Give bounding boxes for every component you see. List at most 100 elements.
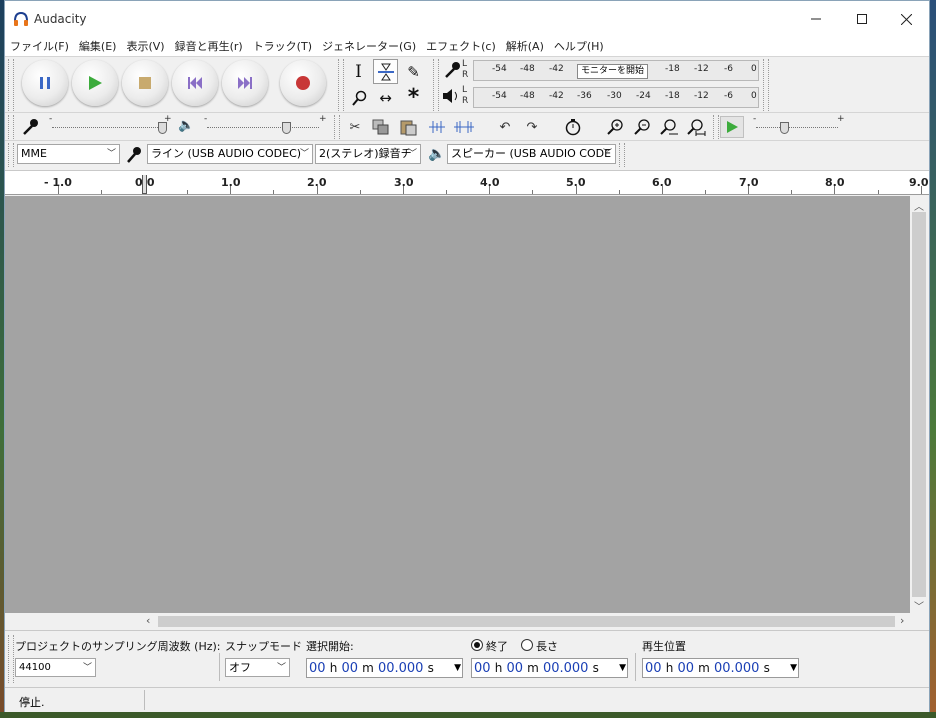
transport-toolbar-grip[interactable] bbox=[8, 59, 14, 111]
tools-toolbar-grip[interactable] bbox=[338, 59, 344, 111]
minimize-button[interactable] bbox=[793, 1, 839, 37]
recording-channels-select[interactable]: 2(ステレオ)録音チ ﹀ bbox=[315, 144, 421, 164]
horizontal-scrollbar[interactable]: ‹ › bbox=[5, 613, 929, 630]
ruler-tick bbox=[704, 190, 706, 194]
snap-mode-select[interactable]: オフ ﹀ bbox=[225, 658, 290, 677]
multi-tool[interactable]: * bbox=[401, 85, 426, 110]
divider bbox=[219, 653, 220, 681]
scroll-right-icon[interactable]: › bbox=[900, 614, 904, 627]
skip-to-end-button[interactable] bbox=[222, 60, 268, 106]
playback-speed-slider[interactable]: - + bbox=[751, 114, 847, 137]
trim-audio-button[interactable] bbox=[425, 116, 449, 138]
cut-button[interactable]: ✂ bbox=[343, 116, 367, 138]
playback-meter-button[interactable]: L R bbox=[441, 85, 473, 108]
zoom-out-button[interactable] bbox=[630, 116, 654, 138]
maximize-button[interactable] bbox=[839, 1, 885, 37]
playback-device-select[interactable]: スピーカー (USB AUDIO CODE ﹀ bbox=[447, 144, 616, 164]
device-toolbar-end-grip[interactable] bbox=[619, 143, 625, 167]
audio-position-time[interactable]: 00 h 00 m 00.000 s ▼ bbox=[642, 658, 799, 678]
scroll-up-icon[interactable]: ︿ bbox=[914, 198, 924, 213]
time-minutes: 00 bbox=[506, 661, 523, 676]
maximize-icon bbox=[857, 14, 867, 24]
ruler-tick bbox=[575, 186, 577, 194]
menu-file[interactable]: ファイル(F) bbox=[5, 37, 74, 56]
redo-button[interactable]: ↷ bbox=[520, 116, 544, 138]
record-meter-label: -6 bbox=[724, 64, 733, 74]
start-monitoring-button[interactable]: モニターを開始 bbox=[577, 64, 649, 79]
close-button[interactable] bbox=[883, 1, 929, 37]
ruler-tick bbox=[100, 190, 102, 194]
ruler-tick bbox=[273, 190, 275, 194]
record-meter[interactable]: -54 -48 -42 モニターを開始 -18 -12 -6 0 bbox=[473, 60, 759, 81]
menu-analyze[interactable]: 解析(A) bbox=[501, 37, 549, 56]
menu-separator bbox=[5, 56, 929, 57]
audio-host-select[interactable]: MME ﹀ bbox=[17, 144, 120, 164]
meter-toolbar-grip[interactable] bbox=[433, 59, 439, 111]
length-radio[interactable]: 長さ bbox=[521, 638, 558, 654]
undo-button[interactable]: ↶ bbox=[493, 116, 517, 138]
project-rate-select[interactable]: 44100 ﹀ bbox=[15, 658, 96, 677]
stop-button[interactable] bbox=[122, 60, 168, 106]
playback-device-icon: 🔈 bbox=[428, 146, 446, 162]
menu-effect[interactable]: エフェクト(c) bbox=[421, 37, 501, 56]
ruler-tick bbox=[402, 186, 404, 194]
silence-audio-button[interactable] bbox=[452, 116, 476, 138]
menu-edit[interactable]: 編集(E) bbox=[74, 37, 122, 56]
track-panel[interactable] bbox=[5, 196, 910, 613]
minimize-icon bbox=[811, 18, 821, 20]
play-at-speed-grip[interactable] bbox=[713, 115, 719, 139]
ruler-tick bbox=[661, 186, 663, 194]
time-format-dropdown-icon[interactable]: ▼ bbox=[619, 659, 626, 677]
draw-tool[interactable]: ✎ bbox=[401, 59, 426, 84]
play-at-speed-button[interactable] bbox=[720, 116, 744, 138]
zoom-in-button[interactable] bbox=[603, 116, 627, 138]
record-button[interactable] bbox=[280, 60, 326, 106]
menu-view[interactable]: 表示(V) bbox=[121, 37, 169, 56]
vertical-scroll-thumb[interactable] bbox=[912, 212, 926, 597]
selection-toolbar-grip[interactable] bbox=[8, 635, 14, 683]
skip-to-start-button[interactable] bbox=[172, 60, 218, 106]
zoom-tool[interactable] bbox=[346, 85, 371, 110]
playback-volume-slider[interactable]: - + bbox=[202, 114, 328, 137]
fit-project-button[interactable] bbox=[684, 116, 708, 138]
selection-end-time[interactable]: 00 h 00 m 00.000 s ▼ bbox=[471, 658, 628, 678]
recording-volume-slider[interactable]: - + bbox=[47, 114, 173, 137]
sync-lock-button[interactable] bbox=[561, 116, 585, 138]
menu-generate[interactable]: ジェネレーター(G) bbox=[317, 37, 421, 56]
timeline-ruler[interactable]: - 1.0 0.0 1.0 2.0 3.0 4.0 5.0 6.0 7.0 8.… bbox=[5, 170, 929, 195]
end-radio[interactable]: 終了 bbox=[471, 638, 508, 654]
scroll-left-icon[interactable]: ‹ bbox=[146, 614, 150, 627]
play-head-marker[interactable] bbox=[142, 175, 147, 194]
selection-start-time[interactable]: 00 h 00 m 00.000 s ▼ bbox=[306, 658, 463, 678]
slider-thumb[interactable] bbox=[780, 122, 789, 134]
time-shift-tool[interactable]: ↔ bbox=[373, 85, 398, 110]
time-format-dropdown-icon[interactable]: ▼ bbox=[790, 659, 797, 677]
slider-thumb[interactable] bbox=[282, 122, 291, 134]
selection-tool[interactable]: I bbox=[346, 59, 371, 84]
time-format-dropdown-icon[interactable]: ▼ bbox=[454, 659, 461, 677]
slider-thumb[interactable] bbox=[158, 122, 167, 134]
chevron-down-icon: ﹀ bbox=[299, 149, 309, 159]
title-bar[interactable]: Audacity bbox=[5, 1, 929, 37]
record-meter-button[interactable]: L R bbox=[441, 59, 473, 82]
vertical-scrollbar[interactable]: ︿ ﹀ bbox=[910, 196, 928, 613]
menu-tracks[interactable]: トラック(T) bbox=[248, 37, 317, 56]
device-toolbar-grip[interactable] bbox=[8, 143, 14, 167]
recording-device-select[interactable]: ライン (USB AUDIO CODEC) ﹀ bbox=[147, 144, 313, 164]
mixer-toolbar-grip[interactable] bbox=[8, 115, 14, 139]
playback-meter[interactable]: -54 -48 -42 -36 -30 -24 -18 -12 -6 0 bbox=[473, 87, 759, 108]
menu-help[interactable]: ヘルプ(H) bbox=[549, 37, 609, 56]
copy-button[interactable] bbox=[369, 116, 393, 138]
pause-button[interactable] bbox=[22, 60, 68, 106]
edit-toolbar-grip[interactable] bbox=[334, 115, 340, 139]
paste-button[interactable] bbox=[396, 116, 420, 138]
meter-toolbar-end-grip[interactable] bbox=[763, 59, 769, 111]
fit-selection-button[interactable] bbox=[657, 116, 681, 138]
slider-track bbox=[756, 127, 838, 129]
stopwatch-icon bbox=[565, 119, 581, 136]
menu-transport[interactable]: 録音と再生(r) bbox=[170, 37, 248, 56]
play-button[interactable] bbox=[72, 60, 118, 106]
envelope-tool[interactable] bbox=[373, 59, 398, 84]
horizontal-scroll-thumb[interactable] bbox=[158, 616, 895, 627]
scroll-down-icon[interactable]: ﹀ bbox=[914, 598, 924, 613]
